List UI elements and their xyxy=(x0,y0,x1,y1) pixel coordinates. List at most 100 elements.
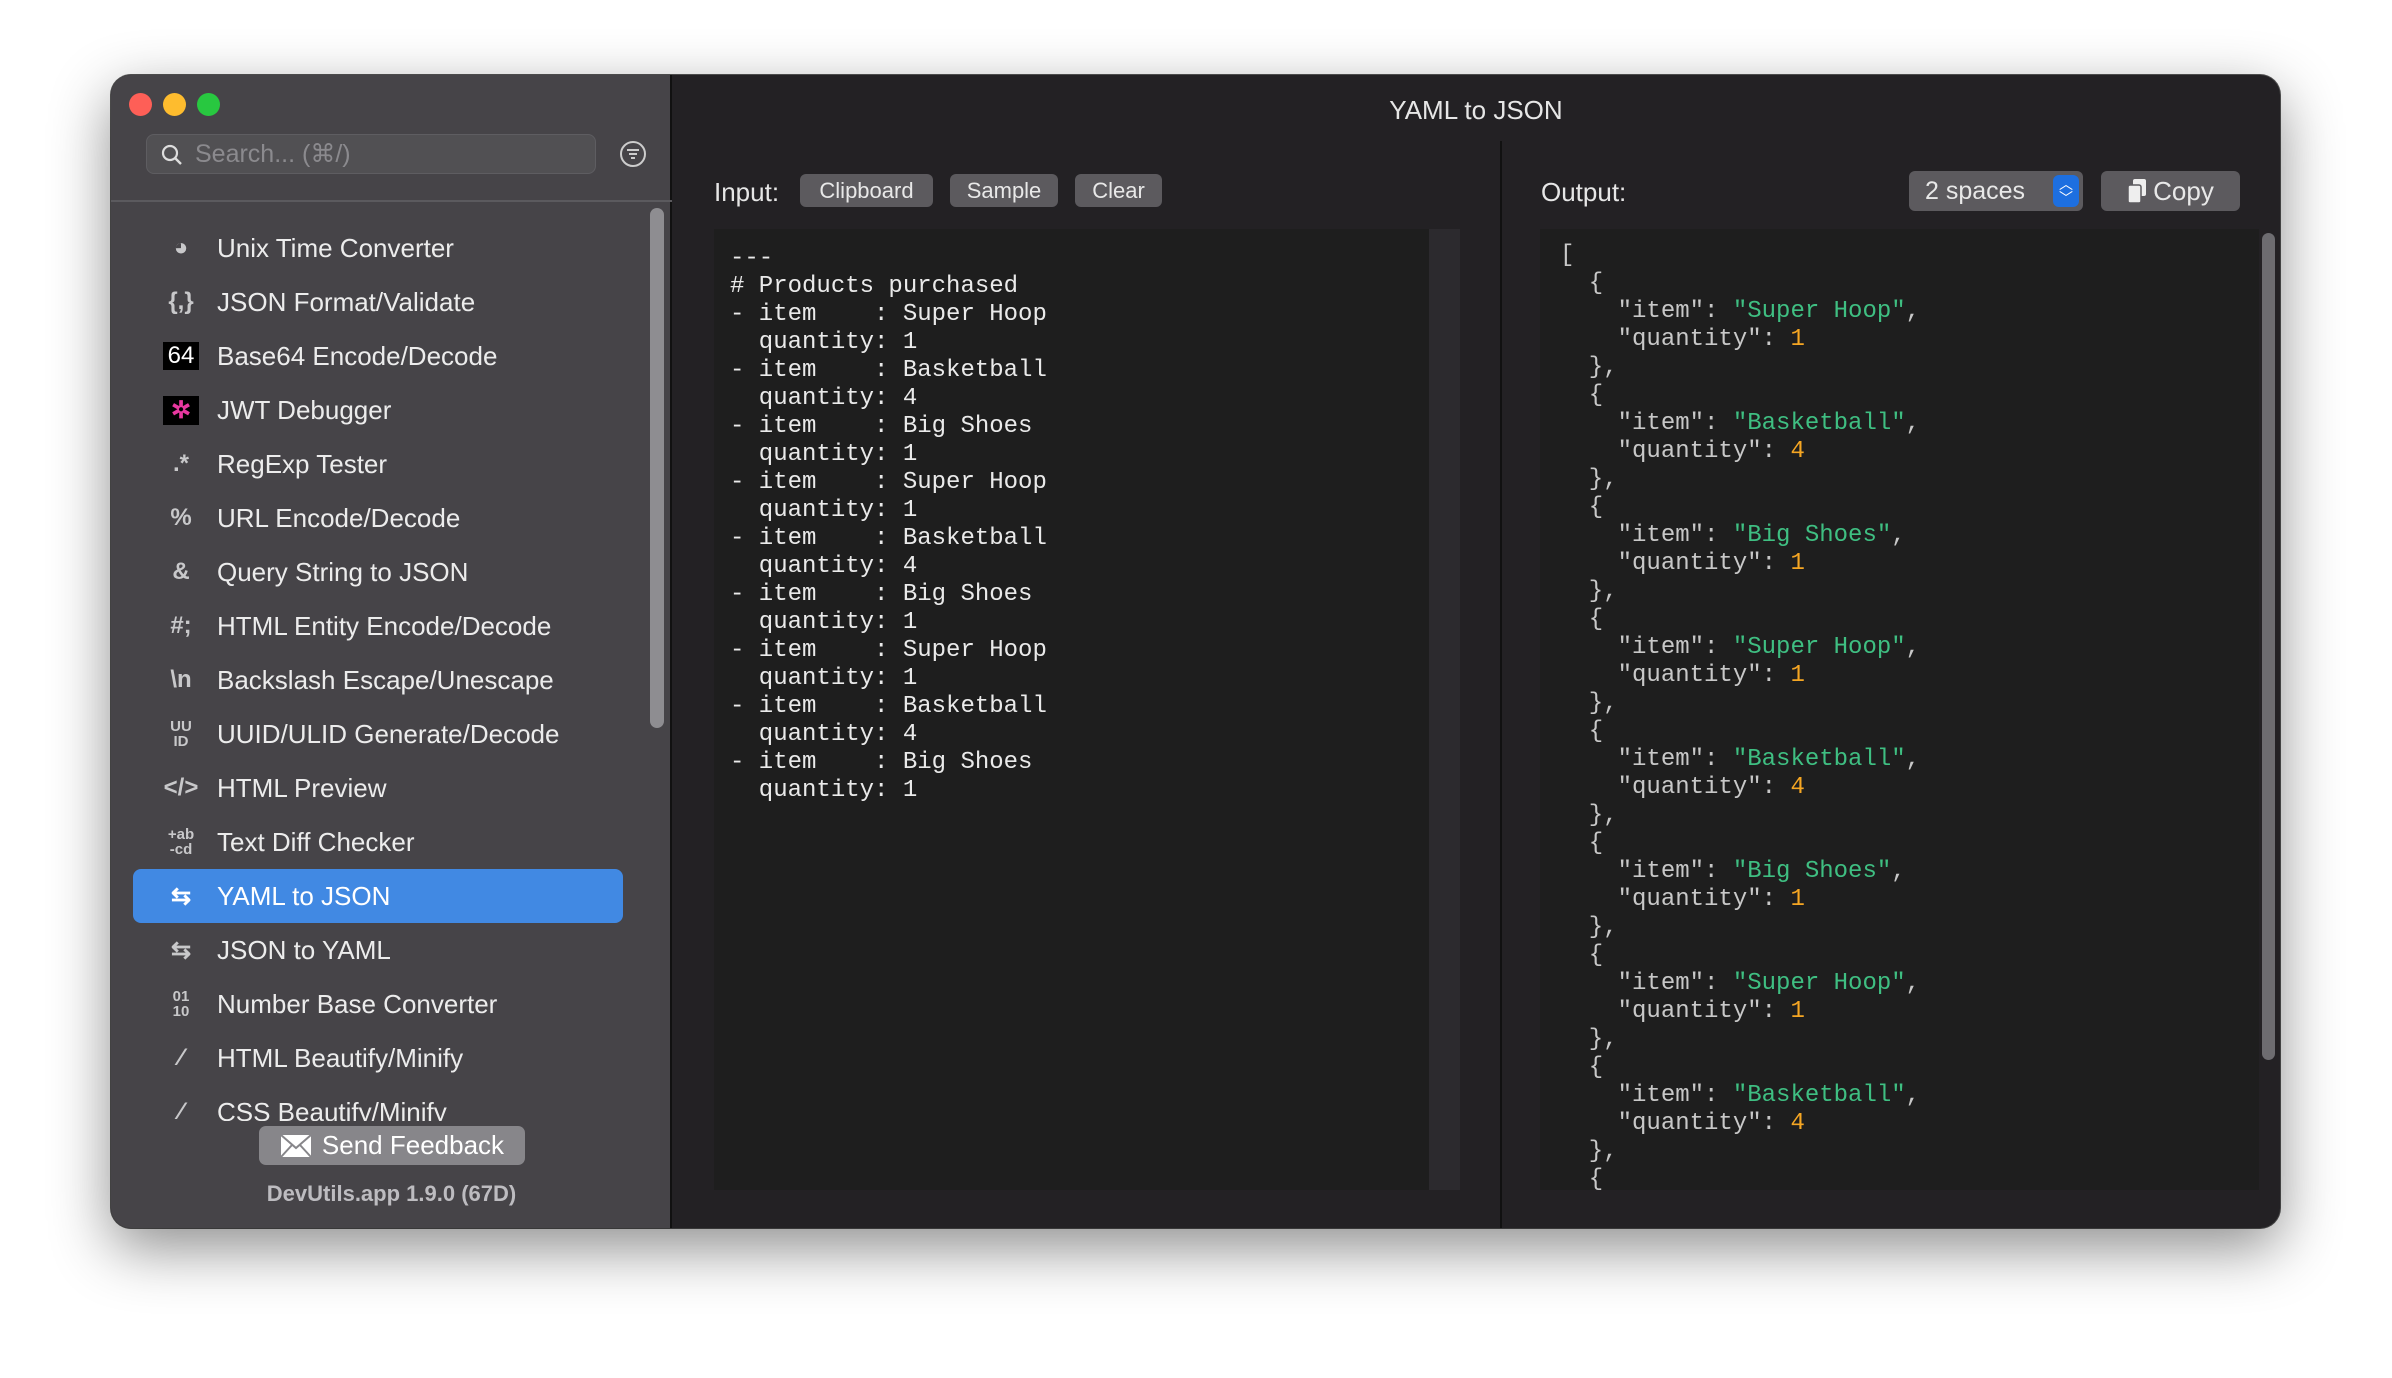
indent-select-value: 2 spaces xyxy=(1925,176,2026,205)
output-quantity-value: 4 xyxy=(1790,438,1805,465)
ampersand-icon: & xyxy=(172,558,190,585)
output-line: }, xyxy=(1560,354,1618,381)
close-button[interactable] xyxy=(129,93,152,116)
sidebar-item[interactable]: 64 Base64 Encode/Decode xyxy=(133,329,623,383)
output-line: { xyxy=(1560,830,1604,857)
input-line: quantity: 1 xyxy=(730,609,918,636)
envelope-icon xyxy=(280,1133,312,1158)
window-title: YAML to JSON xyxy=(1389,95,1563,125)
copy-label: Copy xyxy=(2153,175,2214,206)
indent-select[interactable]: 2 spaces ︿ ﹀ xyxy=(1909,171,2083,211)
clear-button[interactable]: Clear xyxy=(1075,174,1162,207)
percent-icon: % xyxy=(170,504,192,531)
json-output-viewer[interactable]: [ { "item": "Super Hoop", "quantity": 1 … xyxy=(1540,229,2259,1190)
output-scrollbar-thumb[interactable] xyxy=(2262,233,2275,1060)
output-item-value: "Basketball" xyxy=(1732,746,1906,773)
output-item-value: "Super Hoop" xyxy=(1732,970,1906,997)
output-item-value: "Big Shoes" xyxy=(1732,522,1892,549)
input-line: - item : Super Hoop xyxy=(730,301,1047,328)
output-item-value: "Super Hoop" xyxy=(1732,634,1906,661)
output-line: "item": "Super Hoop", xyxy=(1560,970,1921,997)
sidebar-item[interactable]: \n Backslash Escape/Unescape xyxy=(133,653,623,707)
output-label: Output: xyxy=(1541,177,1627,207)
search-input[interactable]: Search... (⌘/) xyxy=(146,134,596,174)
output-quantity-value: 1 xyxy=(1790,550,1805,577)
output-scrollbar-track[interactable] xyxy=(2259,229,2278,1190)
search-icon xyxy=(161,144,182,165)
input-line: quantity: 1 xyxy=(730,441,918,468)
input-scrollbar-track[interactable] xyxy=(1429,229,1460,1190)
sidebar-item[interactable]: & Query String to JSON xyxy=(133,545,623,599)
swap-icon: ⇆ xyxy=(170,882,192,910)
sidebar-item-label: Text Diff Checker xyxy=(217,826,415,857)
output-line: "quantity": 4 xyxy=(1560,774,1805,801)
output-line: }, xyxy=(1560,914,1618,941)
braces-icon: {,} xyxy=(168,288,194,315)
backslash-icon: \n xyxy=(170,666,192,693)
output-line: { xyxy=(1560,606,1604,633)
sidebar-item-label: HTML Entity Encode/Decode xyxy=(217,610,552,641)
clipboard-button[interactable]: Clipboard xyxy=(800,174,933,207)
sidebar-item[interactable]: ⁄ CSS Beautify/Minify xyxy=(133,1085,623,1122)
input-line: quantity: 1 xyxy=(730,497,918,524)
yaml-input-editor[interactable]: --- # Products purchased - item : Super Ho… xyxy=(714,229,1429,1190)
output-item-value: "Basketball" xyxy=(1732,410,1906,437)
input-line: - item : Basketball xyxy=(730,693,1047,720)
filter-icon[interactable] xyxy=(619,140,647,168)
input-line: - item : Big Shoes xyxy=(730,581,1033,608)
sidebar-item[interactable]: {,} JSON Format/Validate xyxy=(133,275,623,329)
sidebar-item[interactable]: ⇆ YAML to JSON xyxy=(133,869,623,923)
sidebar-item[interactable]: </> HTML Preview xyxy=(133,761,623,815)
sidebar-item-label: Base64 Encode/Decode xyxy=(217,340,498,371)
copy-button[interactable]: Copy xyxy=(2101,171,2240,211)
output-line: }, xyxy=(1560,1026,1618,1053)
output-line: "quantity": 1 xyxy=(1560,662,1805,689)
input-line: quantity: 4 xyxy=(730,553,918,580)
output-line: "quantity": 1 xyxy=(1560,886,1805,913)
output-quantity-value: 1 xyxy=(1790,886,1805,913)
output-line: { xyxy=(1560,494,1604,521)
magic-wand-icon: ⁄ xyxy=(178,1098,183,1121)
sidebar-item[interactable]: ⁄ HTML Beautify/Minify xyxy=(133,1031,623,1085)
chevron-updown-icon: ︿ ﹀ xyxy=(2053,175,2079,207)
sidebar-item[interactable]: #; HTML Entity Encode/Decode xyxy=(133,599,623,653)
sidebar-item[interactable]: % URL Encode/Decode xyxy=(133,491,623,545)
code-icon: </> xyxy=(163,774,199,801)
clock-icon: ◕ xyxy=(173,234,189,261)
input-line: # Products purchased xyxy=(730,273,1019,300)
base64-icon: 64 xyxy=(163,342,199,370)
binary-icon: 01 10 xyxy=(172,988,190,1020)
input-line: quantity: 1 xyxy=(730,777,918,804)
output-quantity-value: 1 xyxy=(1790,662,1805,689)
sidebar-item-label: UUID/ULID Generate/Decode xyxy=(217,718,560,749)
sidebar-item-label: HTML Beautify/Minify xyxy=(217,1042,464,1073)
input-line: quantity: 4 xyxy=(730,385,918,412)
output-line: }, xyxy=(1560,1138,1618,1165)
output-line: }, xyxy=(1560,466,1618,493)
output-line: { xyxy=(1560,942,1604,969)
minimize-button[interactable] xyxy=(163,93,186,116)
sidebar-item[interactable]: ◕ Unix Time Converter xyxy=(133,221,623,275)
copy-icon xyxy=(2127,179,2147,204)
send-feedback-button[interactable]: Send Feedback xyxy=(259,1126,525,1165)
sidebar-item[interactable]: +ab -cd Text Diff Checker xyxy=(133,815,623,869)
output-line: "item": "Super Hoop", xyxy=(1560,298,1921,325)
input-line: --- xyxy=(730,245,774,272)
sidebar-item[interactable]: ⇆ JSON to YAML xyxy=(133,923,623,977)
output-line: "item": "Super Hoop", xyxy=(1560,634,1921,661)
send-feedback-label: Send Feedback xyxy=(321,1130,505,1160)
sidebar-item[interactable]: .* RegExp Tester xyxy=(133,437,623,491)
output-line: "item": "Big Shoes", xyxy=(1560,522,1906,549)
input-line: - item : Big Shoes xyxy=(730,749,1033,776)
sidebar-scrollbar[interactable] xyxy=(650,208,664,728)
output-line: "item": "Basketball", xyxy=(1560,1082,1921,1109)
sidebar-item[interactable]: ✲ JWT Debugger xyxy=(133,383,623,437)
zoom-button[interactable] xyxy=(197,93,220,116)
pane-divider[interactable] xyxy=(1500,141,1502,1228)
sample-button[interactable]: Sample xyxy=(950,174,1058,207)
sidebar-item[interactable]: 01 10 Number Base Converter xyxy=(133,977,623,1031)
output-quantity-value: 1 xyxy=(1790,326,1805,353)
diff-icon: +ab -cd xyxy=(167,826,195,858)
input-line: quantity: 1 xyxy=(730,329,918,356)
sidebar-item[interactable]: UU ID UUID/ULID Generate/Decode xyxy=(133,707,623,761)
